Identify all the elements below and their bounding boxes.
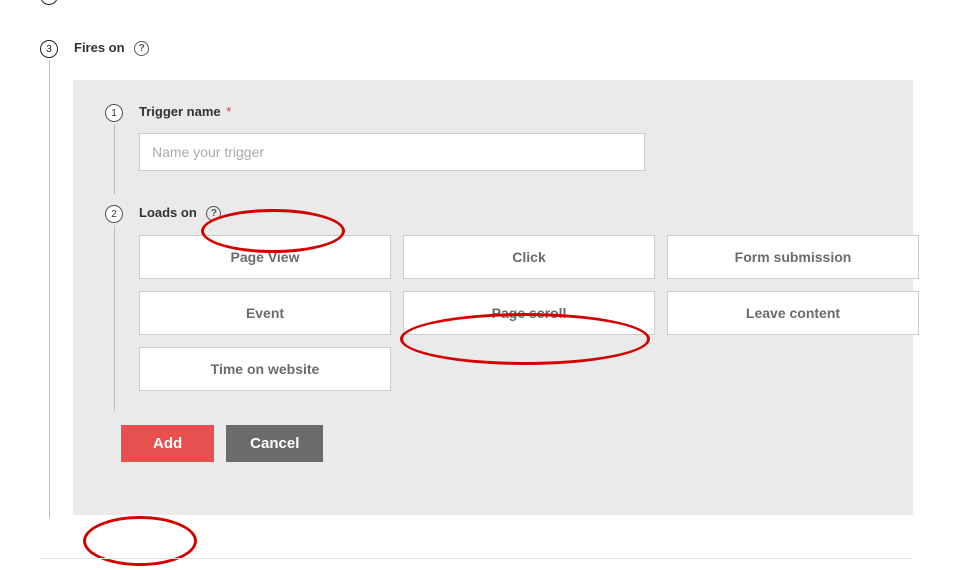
- loads-on-option-grid: Page View Click Form submission Event Pa…: [139, 235, 921, 391]
- fires-on-heading: Fires on ?: [74, 40, 149, 56]
- sub-badge-1: 1: [105, 104, 123, 122]
- sub-connector-2: [114, 225, 115, 411]
- load-option-leave-content[interactable]: Leave content: [667, 291, 919, 335]
- sub-badge-1-number: 1: [111, 108, 117, 119]
- loads-on-label-text: Loads on: [139, 205, 197, 220]
- trigger-name-label: Trigger name *: [139, 104, 889, 119]
- step-connector-line: [49, 60, 50, 518]
- sub-step-loads-on: 2 Loads on ? Page View Click Form submis…: [97, 205, 889, 391]
- help-icon[interactable]: ?: [134, 41, 149, 56]
- step-badge-3-number: 3: [46, 44, 52, 55]
- sub-badge-2-number: 2: [111, 209, 117, 220]
- sub-step-trigger-name: 1 Trigger name *: [97, 104, 889, 171]
- help-icon[interactable]: ?: [206, 206, 221, 221]
- trigger-config-panel: 1 Trigger name * 2 Loads on ? Page View …: [73, 80, 913, 515]
- load-option-form-submission[interactable]: Form submission: [667, 235, 919, 279]
- step-badge-prev: [40, 0, 58, 5]
- load-option-page-view[interactable]: Page View: [139, 235, 391, 279]
- load-option-time-on-website[interactable]: Time on website: [139, 347, 391, 391]
- load-option-page-scroll[interactable]: Page scroll: [403, 291, 655, 335]
- footer-buttons: Add Cancel: [121, 425, 889, 462]
- sub-connector-1: [114, 124, 115, 194]
- trigger-name-label-text: Trigger name: [139, 104, 221, 119]
- step-badge-3: 3: [40, 40, 58, 58]
- fires-on-label-text: Fires on: [74, 40, 125, 55]
- required-marker: *: [226, 104, 231, 119]
- cancel-button[interactable]: Cancel: [226, 425, 323, 462]
- sub-badge-2: 2: [105, 205, 123, 223]
- loads-on-label: Loads on ?: [139, 205, 889, 221]
- load-option-click[interactable]: Click: [403, 235, 655, 279]
- add-button[interactable]: Add: [121, 425, 214, 462]
- load-option-event[interactable]: Event: [139, 291, 391, 335]
- bottom-divider: [41, 558, 912, 559]
- trigger-name-input[interactable]: [139, 133, 645, 171]
